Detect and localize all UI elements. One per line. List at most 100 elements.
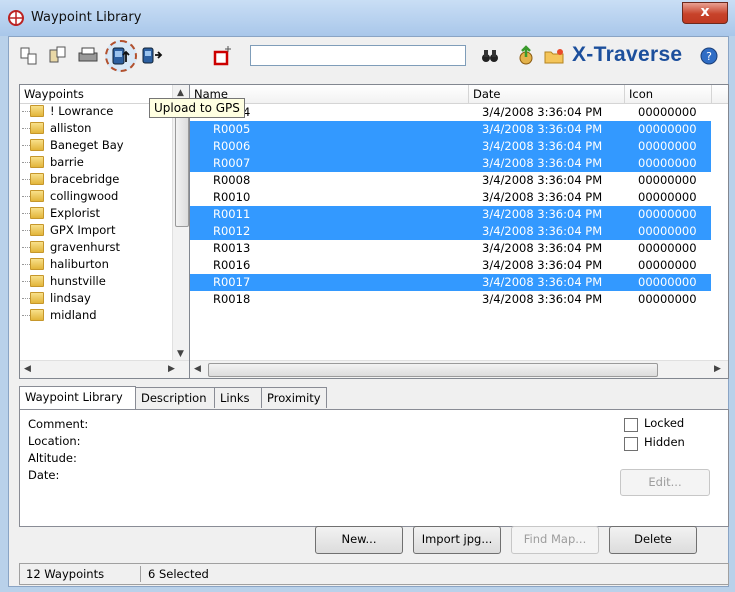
waypoint-date: 3/4/2008 3:36:04 PM	[482, 275, 603, 289]
tree-scroll-thumb[interactable]	[175, 103, 189, 227]
tree-folder-item[interactable]: collingwood	[20, 188, 170, 205]
tree-item-label: hunstville	[50, 274, 106, 288]
tree-item-label: Explorist	[50, 206, 101, 220]
import-jpg-button[interactable]: Import jpg...	[413, 526, 501, 554]
export-icon[interactable]	[513, 43, 539, 69]
download-from-gps-icon[interactable]	[139, 43, 165, 69]
scroll-up-icon[interactable]: ▲	[177, 88, 184, 98]
list-horizontal-scrollbar[interactable]: ◀ ▶	[190, 360, 728, 378]
print-icon[interactable]	[75, 43, 101, 69]
tree-folder-item[interactable]: Explorist	[20, 205, 170, 222]
waypoint-icon-code: 00000000	[638, 122, 697, 136]
folder-icon	[30, 241, 44, 253]
locked-label: Locked	[644, 416, 685, 430]
tree-item-label: gravenhurst	[50, 240, 121, 254]
tree-line	[22, 315, 30, 316]
waypoint-row[interactable]: R0008 3/4/2008 3:36:04 PM 00000000	[190, 172, 711, 189]
waypoint-row[interactable]: R0006 3/4/2008 3:36:04 PM 00000000	[190, 138, 711, 155]
waypoint-row[interactable]: R0012 3/4/2008 3:36:04 PM 00000000	[190, 223, 711, 240]
tab-proximity[interactable]: Proximity	[261, 387, 327, 408]
tree-folder-item[interactable]: haliburton	[20, 256, 170, 273]
waypoint-name: R0007	[213, 156, 251, 170]
tree-folder-item[interactable]: alliston	[20, 120, 170, 137]
waypoint-icon-code: 00000000	[638, 292, 697, 306]
tab-links[interactable]: Links	[214, 387, 262, 408]
tree-folder-item[interactable]: hunstville	[20, 273, 170, 290]
column-icon[interactable]: Icon	[625, 85, 712, 103]
waypoint-folder-tree[interactable]: Waypoints ! Lowrance alliston Baneget Bay b…	[19, 84, 191, 379]
tree-folder-item[interactable]: lindsay	[20, 290, 170, 307]
column-date[interactable]: Date	[469, 85, 625, 103]
waypoint-count: 12 Waypoints	[26, 567, 105, 581]
folder-icon	[30, 156, 44, 168]
waypoint-row[interactable]: R0011 3/4/2008 3:36:04 PM 00000000	[190, 206, 711, 223]
tab-waypoint-library[interactable]: Waypoint Library	[19, 386, 136, 409]
list-header: Name Date Icon	[190, 85, 728, 104]
tree-folder-item[interactable]: GPX Import	[20, 222, 170, 239]
folder-icon[interactable]	[541, 43, 567, 69]
waypoint-name: R0006	[213, 139, 251, 153]
help-icon[interactable]: ?	[699, 46, 719, 66]
tree-item-label: alliston	[50, 121, 92, 135]
folder-icon	[30, 173, 44, 185]
toolbar: X-Traverse ?	[9, 37, 728, 79]
folder-icon	[30, 122, 44, 134]
waypoint-row[interactable]: R0016 3/4/2008 3:36:04 PM 00000000	[190, 257, 711, 274]
waypoint-name: R0013	[213, 241, 251, 255]
tree-folder-item[interactable]: Baneget Bay	[20, 137, 170, 154]
waypoint-row[interactable]: R00043/4/2008 3:36:04 PM00000000	[190, 104, 711, 121]
paste-icon[interactable]	[45, 43, 71, 69]
tree-horizontal-scrollbar[interactable]: ◀ ▶	[20, 360, 190, 378]
waypoint-list[interactable]: Name Date Icon R00043/4/2008 3:36:04 PM0…	[189, 84, 729, 379]
find-map-button[interactable]: Find Map...	[511, 526, 599, 554]
upload-to-gps-button[interactable]	[105, 40, 137, 72]
locked-checkbox[interactable]	[624, 418, 638, 432]
waypoint-name: R0012	[213, 224, 251, 238]
scroll-right-icon[interactable]: ▶	[714, 364, 721, 374]
edit-button[interactable]: Edit...	[620, 469, 710, 496]
waypoint-icon-code: 00000000	[638, 173, 697, 187]
close-button[interactable]: x	[682, 2, 728, 24]
waypoint-row[interactable]: R0018 3/4/2008 3:36:04 PM 00000000	[190, 291, 711, 308]
upload-to-gps-icon	[112, 47, 130, 65]
waypoint-date: 3/4/2008 3:36:04 PM	[482, 190, 603, 204]
search-input[interactable]	[250, 45, 466, 66]
waypoint-name: R0005	[213, 122, 251, 136]
tab-description[interactable]: Description	[135, 387, 215, 408]
tree-folder-item[interactable]: gravenhurst	[20, 239, 170, 256]
title-bar[interactable]: Waypoint Library x	[0, 0, 735, 36]
tree-item-label: GPX Import	[50, 223, 116, 237]
waypoint-row[interactable]: R0013 3/4/2008 3:36:04 PM 00000000	[190, 240, 711, 257]
status-bar: 12 Waypoints 6 Selected	[19, 563, 729, 585]
binoculars-icon[interactable]	[477, 43, 503, 69]
scroll-left-icon[interactable]: ◀	[194, 364, 201, 374]
tree-item-label: midland	[50, 308, 97, 322]
delete-button[interactable]: Delete	[609, 526, 697, 554]
copy-icon[interactable]	[17, 43, 43, 69]
folder-icon	[30, 139, 44, 151]
folder-icon	[30, 190, 44, 202]
scroll-left-icon[interactable]: ◀	[24, 364, 31, 374]
waypoint-name: R0018	[213, 292, 251, 306]
scroll-down-icon[interactable]: ▼	[177, 349, 184, 359]
app-icon	[8, 10, 24, 26]
list-scroll-thumb[interactable]	[208, 363, 658, 377]
waypoint-row[interactable]: R0007 3/4/2008 3:36:04 PM 00000000	[190, 155, 711, 172]
waypoint-row[interactable]: R0005 3/4/2008 3:36:04 PM 00000000	[190, 121, 711, 138]
waypoint-name: R0008	[213, 173, 251, 187]
comment-label: Comment:	[28, 417, 89, 431]
waypoint-row[interactable]: R0010 3/4/2008 3:36:04 PM 00000000	[190, 189, 711, 206]
tree-folder-item[interactable]: barrie	[20, 154, 170, 171]
new-waypoint-icon[interactable]	[209, 43, 235, 69]
scroll-right-icon[interactable]: ▶	[168, 364, 175, 374]
folder-icon	[30, 309, 44, 321]
tree-folder-item[interactable]: bracebridge	[20, 171, 170, 188]
tree-vertical-scrollbar[interactable]: ▲ ▼	[172, 85, 190, 361]
waypoint-icon-code: 00000000	[638, 241, 697, 255]
waypoint-details-panel: Comment: Location: Altitude: Date: Locke…	[19, 409, 729, 527]
new-button[interactable]: New...	[315, 526, 403, 554]
tree-folder-item[interactable]: midland	[20, 307, 170, 324]
waypoint-row[interactable]: R0017 3/4/2008 3:36:04 PM 00000000	[190, 274, 711, 291]
hidden-checkbox[interactable]	[624, 437, 638, 451]
tree-folder-item[interactable]: ! Lowrance	[20, 103, 170, 120]
